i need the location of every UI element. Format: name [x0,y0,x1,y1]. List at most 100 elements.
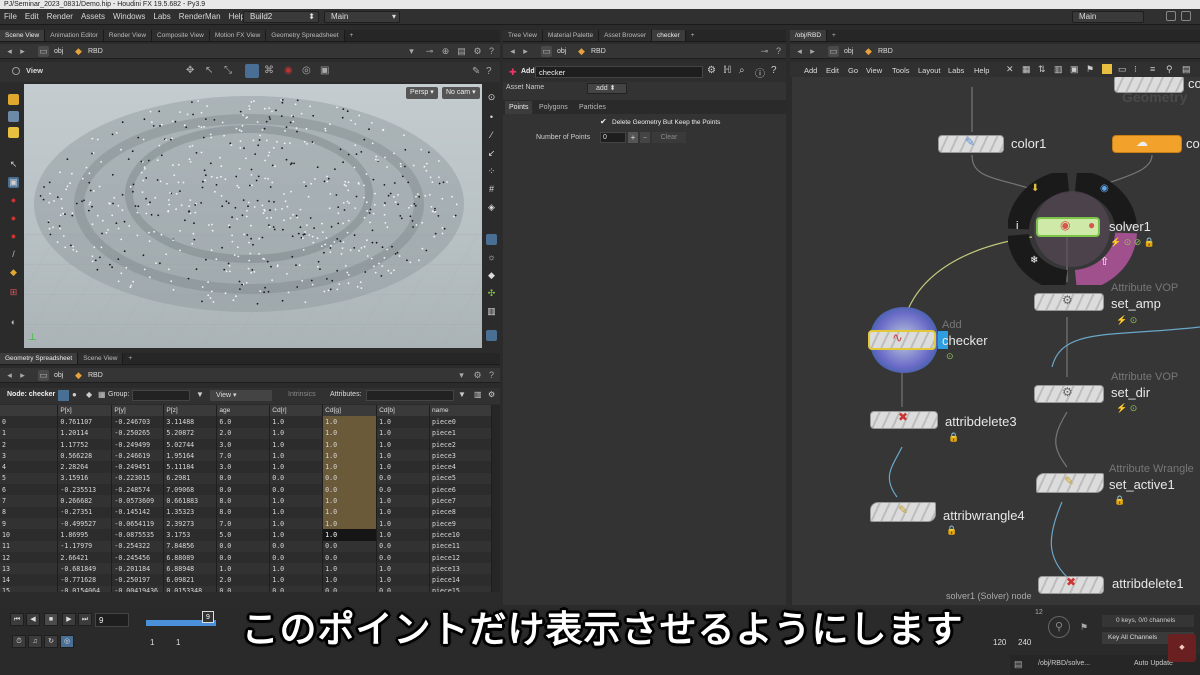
network-box-icon[interactable]: ▭ [1118,64,1127,75]
add-tab-icon[interactable]: + [123,353,137,364]
checkbox-check-icon[interactable]: ✔ [600,118,608,126]
column-header[interactable]: P[x] [57,405,113,417]
context-select[interactable]: Main ▾ [324,11,400,23]
add-tab-icon[interactable]: + [827,30,841,41]
column-header[interactable]: Cd[b] [376,405,430,417]
forward-arrow-icon[interactable]: ▸ [17,46,28,57]
snap-icon[interactable]: ⌘ [264,65,274,76]
path-obj[interactable]: obj [554,46,569,57]
path-dropdown-icon[interactable]: ▾ [456,370,467,381]
sim-icon[interactable]: ◎ [60,635,74,648]
tab-composite-view[interactable]: Composite View [152,30,210,41]
split-icon[interactable]: ▥ [1054,64,1063,75]
table-row[interactable]: 4 2.28264 -0.249451 5.11184 3.0 1.0 1.0 1.0 piec… [0,461,492,473]
filter-icon[interactable]: ▼ [196,390,204,399]
layout-icon[interactable]: ▤ [456,46,467,57]
path-dropdown-icon[interactable]: ▾ [406,46,417,57]
path-rbd[interactable]: RBD [875,46,896,57]
node-co-top[interactable] [1114,77,1184,93]
table-row[interactable]: 9 -0.499527 -0.0654119 2.39273 7.0 1.0 1.0 1.0 p… [0,517,492,530]
prim-numbers-icon[interactable]: ⁘ [486,166,497,177]
net-menu-edit[interactable]: Edit [826,66,839,75]
view-dropdown[interactable]: View ▾ [210,390,272,401]
timeline-track[interactable]: 9 [146,610,216,632]
frame-marker[interactable]: 9 [202,611,214,623]
back-arrow-icon[interactable]: ◂ [507,46,518,57]
tab-scene-view[interactable]: Scene View [0,30,46,41]
object-mode-icon[interactable] [8,127,19,138]
table-row[interactable]: 2 1.17752 -0.249499 5.02744 3.0 1.0 1.0 1.0 piec… [0,438,492,451]
info-icon[interactable]: i [1016,220,1018,232]
select-tool-icon[interactable]: ↖ [205,65,213,76]
link-icon[interactable]: ⊕ [440,46,451,57]
table-row[interactable]: 1 1.20114 -0.250265 5.20872 2.0 1.0 1.0 1.0 piec… [0,427,492,439]
forward-arrow-icon[interactable]: ▸ [520,46,531,57]
camera-icon[interactable]: ◎ [302,65,311,76]
lighting-icon[interactable]: ☼ [486,252,497,263]
column-header[interactable]: P[z] [163,405,218,417]
filter-icon[interactable]: ▼ [458,390,466,399]
info-icon[interactable]: ⓘ [755,65,765,80]
image-icon[interactable]: ▣ [1070,64,1079,75]
sticky-icon[interactable] [1102,64,1112,74]
pin-icon[interactable]: ⊸ [759,46,770,57]
path-rbd[interactable]: RBD [85,370,106,381]
network-editor[interactable]: Geometry co ✎ color1 ☁ co ⬇ ◉ i ❄ ⇧ ◉ ● … [792,77,1200,605]
context-select-right[interactable]: Main [1072,11,1144,23]
points-icon[interactable]: • [486,112,497,123]
highlight-icon[interactable]: ● [8,213,19,224]
flag-icon[interactable]: ⚑ [1086,64,1094,75]
paint-icon[interactable]: ◆ [8,267,19,278]
num-points-field[interactable]: 0 [600,132,626,143]
key-filter-icon[interactable]: ⚑ [1080,622,1088,633]
column-header[interactable]: P[y] [111,405,165,417]
camera-menu[interactable]: No cam ▾ [442,87,480,99]
add-tab-icon[interactable]: + [345,30,359,41]
tab-material-palette[interactable]: Material Palette [542,30,600,41]
normals-icon[interactable]: ⁄ [486,130,497,141]
tab-geometry-spreadsheet-2[interactable]: Geometry Spreadsheet [0,353,79,364]
help-icon[interactable]: ? [771,65,777,76]
subtab-points[interactable]: Points [505,101,533,114]
vertex-icon[interactable]: ↙ [486,148,497,159]
table-row[interactable]: 0 0.761107 -0.246703 3.11488 6.0 1.0 1.0 1.0 pie… [0,416,492,428]
gear-icon[interactable]: ⚙ [472,46,483,57]
shading-icon[interactable]: ◈ [486,202,497,213]
display-options-icon[interactable]: ▣ [320,65,329,76]
play-button[interactable]: ▶ [62,613,76,626]
back-arrow-icon[interactable]: ◂ [794,46,805,57]
column-header[interactable] [0,405,59,417]
pin-icon[interactable]: ⊸ [424,46,435,57]
gear-icon[interactable]: ⚙ [472,370,483,381]
select-mode-icon[interactable] [8,94,19,105]
tab-checker[interactable]: checker [651,30,686,41]
table-row[interactable]: 10 1.86995 -0.0875535 3.1753 5.0 1.0 1.0 1.0 pie… [0,529,492,541]
spreadsheet-scrollbar[interactable] [492,405,500,592]
net-menu-add[interactable]: Add [804,66,817,75]
scene-viewport[interactable]: Persp ▾ No cam ▾ ⊥ [24,84,482,348]
pt-numbers-icon[interactable]: # [486,184,497,195]
maximize-icon[interactable] [1166,11,1176,21]
settings-icon[interactable]: ⚙ [488,390,495,399]
pin-viewer-icon[interactable]: ✎ [472,66,480,77]
persp-menu[interactable]: Persp ▾ [406,87,438,99]
grid-snap-icon[interactable] [245,64,259,78]
sort-icon[interactable]: ▥ [474,390,482,399]
wire-icon[interactable] [486,234,497,245]
asset-name-dropdown[interactable]: add ⬍ [587,83,627,94]
prims-mode-icon[interactable]: ◆ [86,390,92,399]
forward-arrow-icon[interactable]: ▸ [17,370,28,381]
intrinsics-toggle[interactable]: Intrinsics [288,391,316,398]
realtime-toggle-icon[interactable]: ⏱ [12,635,26,648]
wrench-icon[interactable]: ✕ [1006,64,1014,75]
table-row[interactable]: 6 -0.235513 -0.248574 7.09068 0.0 0.0 0.0 0.0 pi… [0,484,492,496]
path-obj[interactable]: obj [51,46,66,57]
back-arrow-icon[interactable]: ◂ [4,46,15,57]
stop-button[interactable]: ■ [44,613,58,626]
range-end-2[interactable]: 240 [1018,638,1031,647]
group-field[interactable] [132,390,190,401]
points-mode-icon[interactable] [58,390,69,401]
path-rbd[interactable]: RBD [85,46,106,57]
table-row[interactable]: 15 -0.0154064 -0.00419436 0.0153348 0.0 0.0 0.… [0,585,492,592]
tab-render-view[interactable]: Render View [103,30,153,41]
